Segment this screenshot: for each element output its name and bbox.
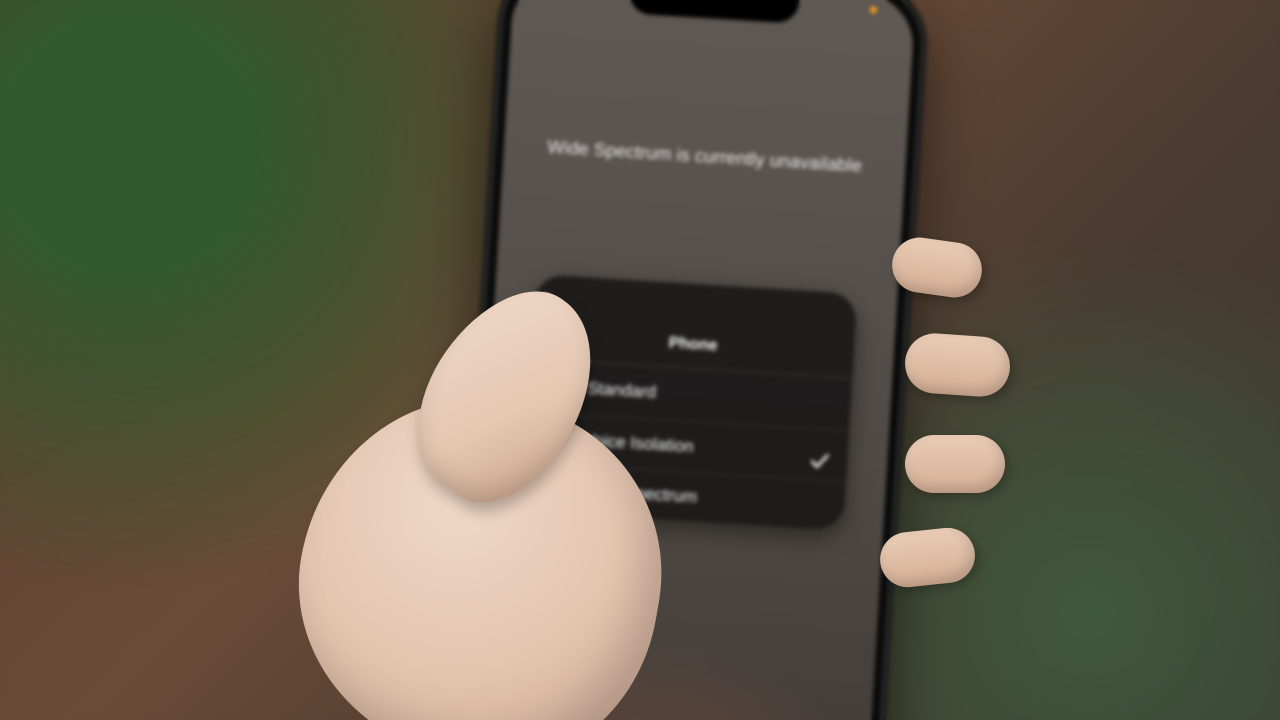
- mic-mode-option-label: Wide Spectrum: [580, 480, 697, 507]
- phone-frame: [449, 0, 931, 720]
- iphone: Wide Spectrum is currently unavailable P…: [449, 0, 931, 720]
- mic-in-use-indicator-icon: [870, 6, 877, 13]
- mic-mode-option-wide-spectrum[interactable]: Wide Spectrum: [522, 463, 846, 531]
- mic-mode-option-voice-isolation[interactable]: Voice Isolation: [525, 412, 850, 483]
- mic-mode-menu: Phone Standard: [522, 274, 858, 530]
- microphone-icon: [547, 374, 574, 400]
- mic-mode-option-label: Standard: [587, 379, 657, 403]
- wide-spectrum-icon: [540, 478, 567, 500]
- mic-mode-menu-header: Phone: [531, 274, 858, 378]
- voice-isolation-icon: [543, 427, 570, 451]
- notch: [628, 0, 800, 24]
- phone-screen[interactable]: Wide Spectrum is currently unavailable P…: [464, 0, 916, 720]
- background-photo: Wide Spectrum is currently unavailable P…: [0, 0, 1280, 720]
- checkmark-icon: [809, 450, 830, 471]
- mic-mode-option-standard[interactable]: Standard: [528, 359, 853, 432]
- mic-mode-menu-title: Phone: [532, 326, 854, 364]
- mic-mode-option-label: Voice Isolation: [583, 430, 694, 457]
- microphone-icon: [533, 292, 856, 340]
- status-message: Wide Spectrum is currently unavailable: [503, 134, 906, 180]
